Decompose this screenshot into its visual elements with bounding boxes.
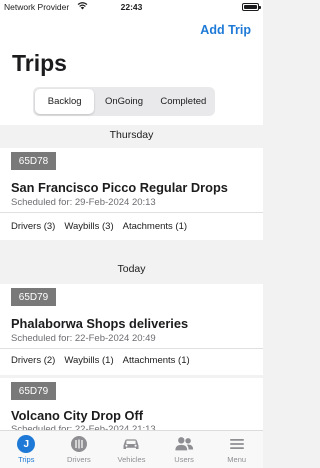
section-header-today: Today	[117, 263, 146, 275]
tab-label: Users	[174, 455, 194, 464]
tab-label: Menu	[227, 455, 247, 464]
clock: 22:43	[120, 2, 143, 12]
tab-menu[interactable]: Menu	[210, 431, 263, 468]
map-icon	[69, 434, 89, 454]
waybills-link[interactable]: Waybills (1)	[64, 355, 113, 366]
tab-trips[interactable]: J Trips	[0, 431, 53, 468]
hamburger-icon	[227, 434, 247, 454]
add-trip-button[interactable]: Add Trip	[200, 23, 251, 37]
divider	[0, 348, 263, 349]
trip-schedule: Scheduled for: 29-Feb-2024 20:13	[11, 197, 156, 208]
tab-label: Drivers	[67, 455, 91, 464]
trip-card[interactable]: 65D79 Volcano City Drop Off Scheduled fo…	[0, 378, 263, 438]
tab-label: Trips	[18, 455, 35, 464]
tab-users[interactable]: Users	[158, 431, 211, 468]
drivers-link[interactable]: Drivers (2)	[11, 355, 55, 366]
segment-ongoing[interactable]: OnGoing	[94, 89, 153, 114]
segment-backlog[interactable]: Backlog	[35, 89, 95, 114]
users-icon	[174, 434, 194, 454]
divider	[0, 212, 263, 213]
tab-vehicles[interactable]: Vehicles	[105, 431, 158, 468]
attachments-link[interactable]: Attachments (1)	[123, 355, 190, 366]
tab-label: Vehicles	[117, 455, 146, 464]
status-bar: Network Provider 22:43	[0, 0, 263, 14]
trip-links: Drivers (3) Waybills (3) Atachments (1)	[11, 221, 187, 232]
car-icon	[121, 434, 141, 454]
segment-completed[interactable]: Completed	[154, 89, 213, 114]
j-icon: J	[16, 434, 36, 454]
drivers-link[interactable]: Drivers (3)	[11, 221, 55, 232]
attachments-link[interactable]: Atachments (1)	[123, 221, 187, 232]
battery-icon	[242, 3, 261, 11]
status-segmented-control: Backlog OnGoing Completed	[33, 87, 215, 116]
trip-name: San Francisco Picco Regular Drops	[11, 180, 228, 195]
trip-card[interactable]: 65D79 Phalaborwa Shops deliveries Schedu…	[0, 284, 263, 375]
trip-card[interactable]: 65D78 San Francisco Picco Regular Drops …	[0, 148, 263, 240]
page-title: Trips	[12, 50, 67, 76]
trip-links: Drivers (2) Waybills (1) Attachments (1)	[11, 355, 190, 366]
waybills-link[interactable]: Waybills (3)	[64, 221, 113, 232]
section-header-thursday: Thursday	[109, 129, 154, 141]
tab-bar: J Trips Drivers Vehicles Users Menu	[0, 430, 263, 468]
header: Add Trip Trips Backlog OnGoing Completed	[0, 14, 263, 125]
trip-code-badge: 65D79	[11, 382, 56, 400]
trip-code-badge: 65D79	[11, 288, 56, 306]
trip-code-badge: 65D78	[11, 152, 56, 170]
trip-schedule: Scheduled for: 22-Feb-2024 20:49	[11, 333, 156, 344]
trip-name: Phalaborwa Shops deliveries	[11, 316, 189, 331]
trip-name: Volcano City Drop Off	[11, 408, 143, 423]
tab-drivers[interactable]: Drivers	[53, 431, 106, 468]
